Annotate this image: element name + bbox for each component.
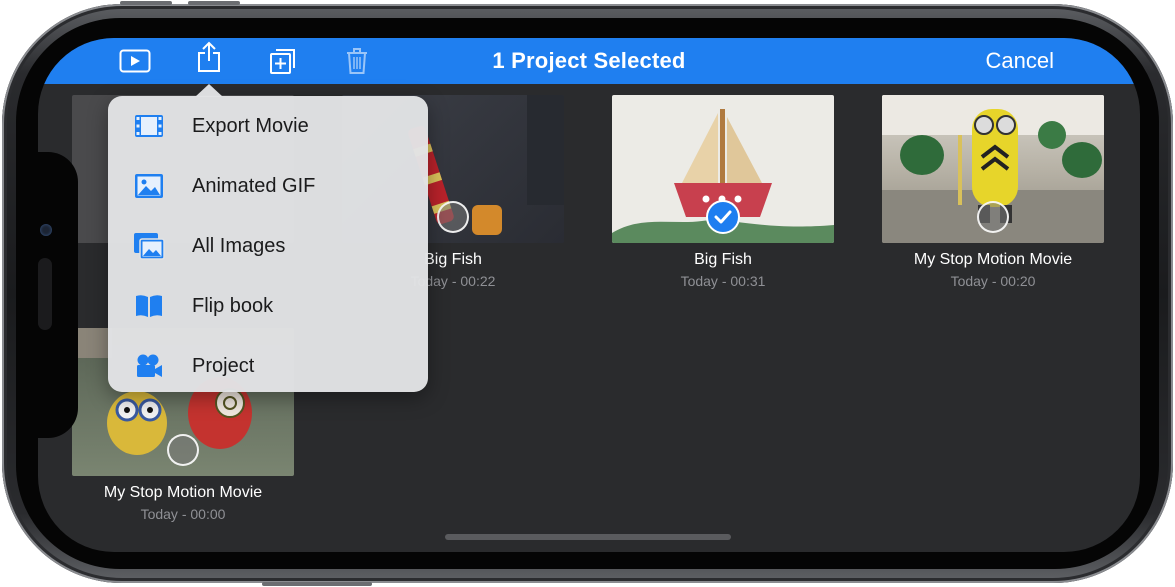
app-screen: 1 Project Selected Cancel Big Fish Today… xyxy=(38,38,1140,552)
menu-item-animated-gif[interactable]: Animated GIF xyxy=(108,156,428,216)
menu-item-all-images[interactable]: All Images xyxy=(108,216,428,276)
speaker-grille xyxy=(38,258,52,330)
project-subtitle: Today - 00:20 xyxy=(950,273,1036,289)
menu-item-flip-book[interactable]: Flip book xyxy=(108,276,428,336)
project-thumbnail[interactable] xyxy=(612,95,834,243)
image-icon xyxy=(133,170,165,202)
project-tile[interactable]: My Stop Motion Movie Today - 00:20 xyxy=(882,95,1104,289)
film-icon xyxy=(133,110,165,142)
menu-item-project[interactable]: Project xyxy=(108,336,428,396)
images-icon xyxy=(133,230,165,262)
menu-item-label: Animated GIF xyxy=(192,174,316,197)
page-title: 1 Project Selected xyxy=(492,48,686,73)
menu-item-label: Flip book xyxy=(192,294,274,317)
side-button xyxy=(262,582,372,586)
front-camera xyxy=(40,224,52,236)
menu-item-label: Project xyxy=(192,354,255,377)
cancel-button[interactable]: Cancel xyxy=(986,48,1054,74)
navbar: 1 Project Selected Cancel xyxy=(38,38,1140,84)
volume-button xyxy=(120,1,172,5)
project-subtitle: Today - 00:00 xyxy=(140,506,226,522)
select-circle[interactable] xyxy=(167,434,199,466)
menu-item-export-movie[interactable]: Export Movie xyxy=(108,96,428,156)
project-subtitle: Today - 00:31 xyxy=(680,273,766,289)
menu-item-label: Export Movie xyxy=(192,114,309,137)
project-title: Big Fish xyxy=(694,251,752,268)
selected-check-icon[interactable] xyxy=(706,200,740,234)
project-thumbnail[interactable] xyxy=(882,95,1104,243)
share-menu: Export Movie Animated GIF All Images Fli… xyxy=(108,96,428,392)
menu-item-label: All Images xyxy=(192,234,286,257)
project-title: My Stop Motion Movie xyxy=(913,251,1073,268)
home-indicator[interactable] xyxy=(445,534,731,540)
book-icon xyxy=(133,290,165,322)
popover-arrow xyxy=(195,84,223,97)
project-tile[interactable]: Big Fish Today - 00:31 xyxy=(612,95,834,289)
camera-icon xyxy=(133,350,165,382)
select-circle[interactable] xyxy=(977,201,1009,233)
project-title: My Stop Motion Movie xyxy=(103,484,263,501)
select-circle[interactable] xyxy=(437,201,469,233)
volume-button xyxy=(188,1,240,5)
